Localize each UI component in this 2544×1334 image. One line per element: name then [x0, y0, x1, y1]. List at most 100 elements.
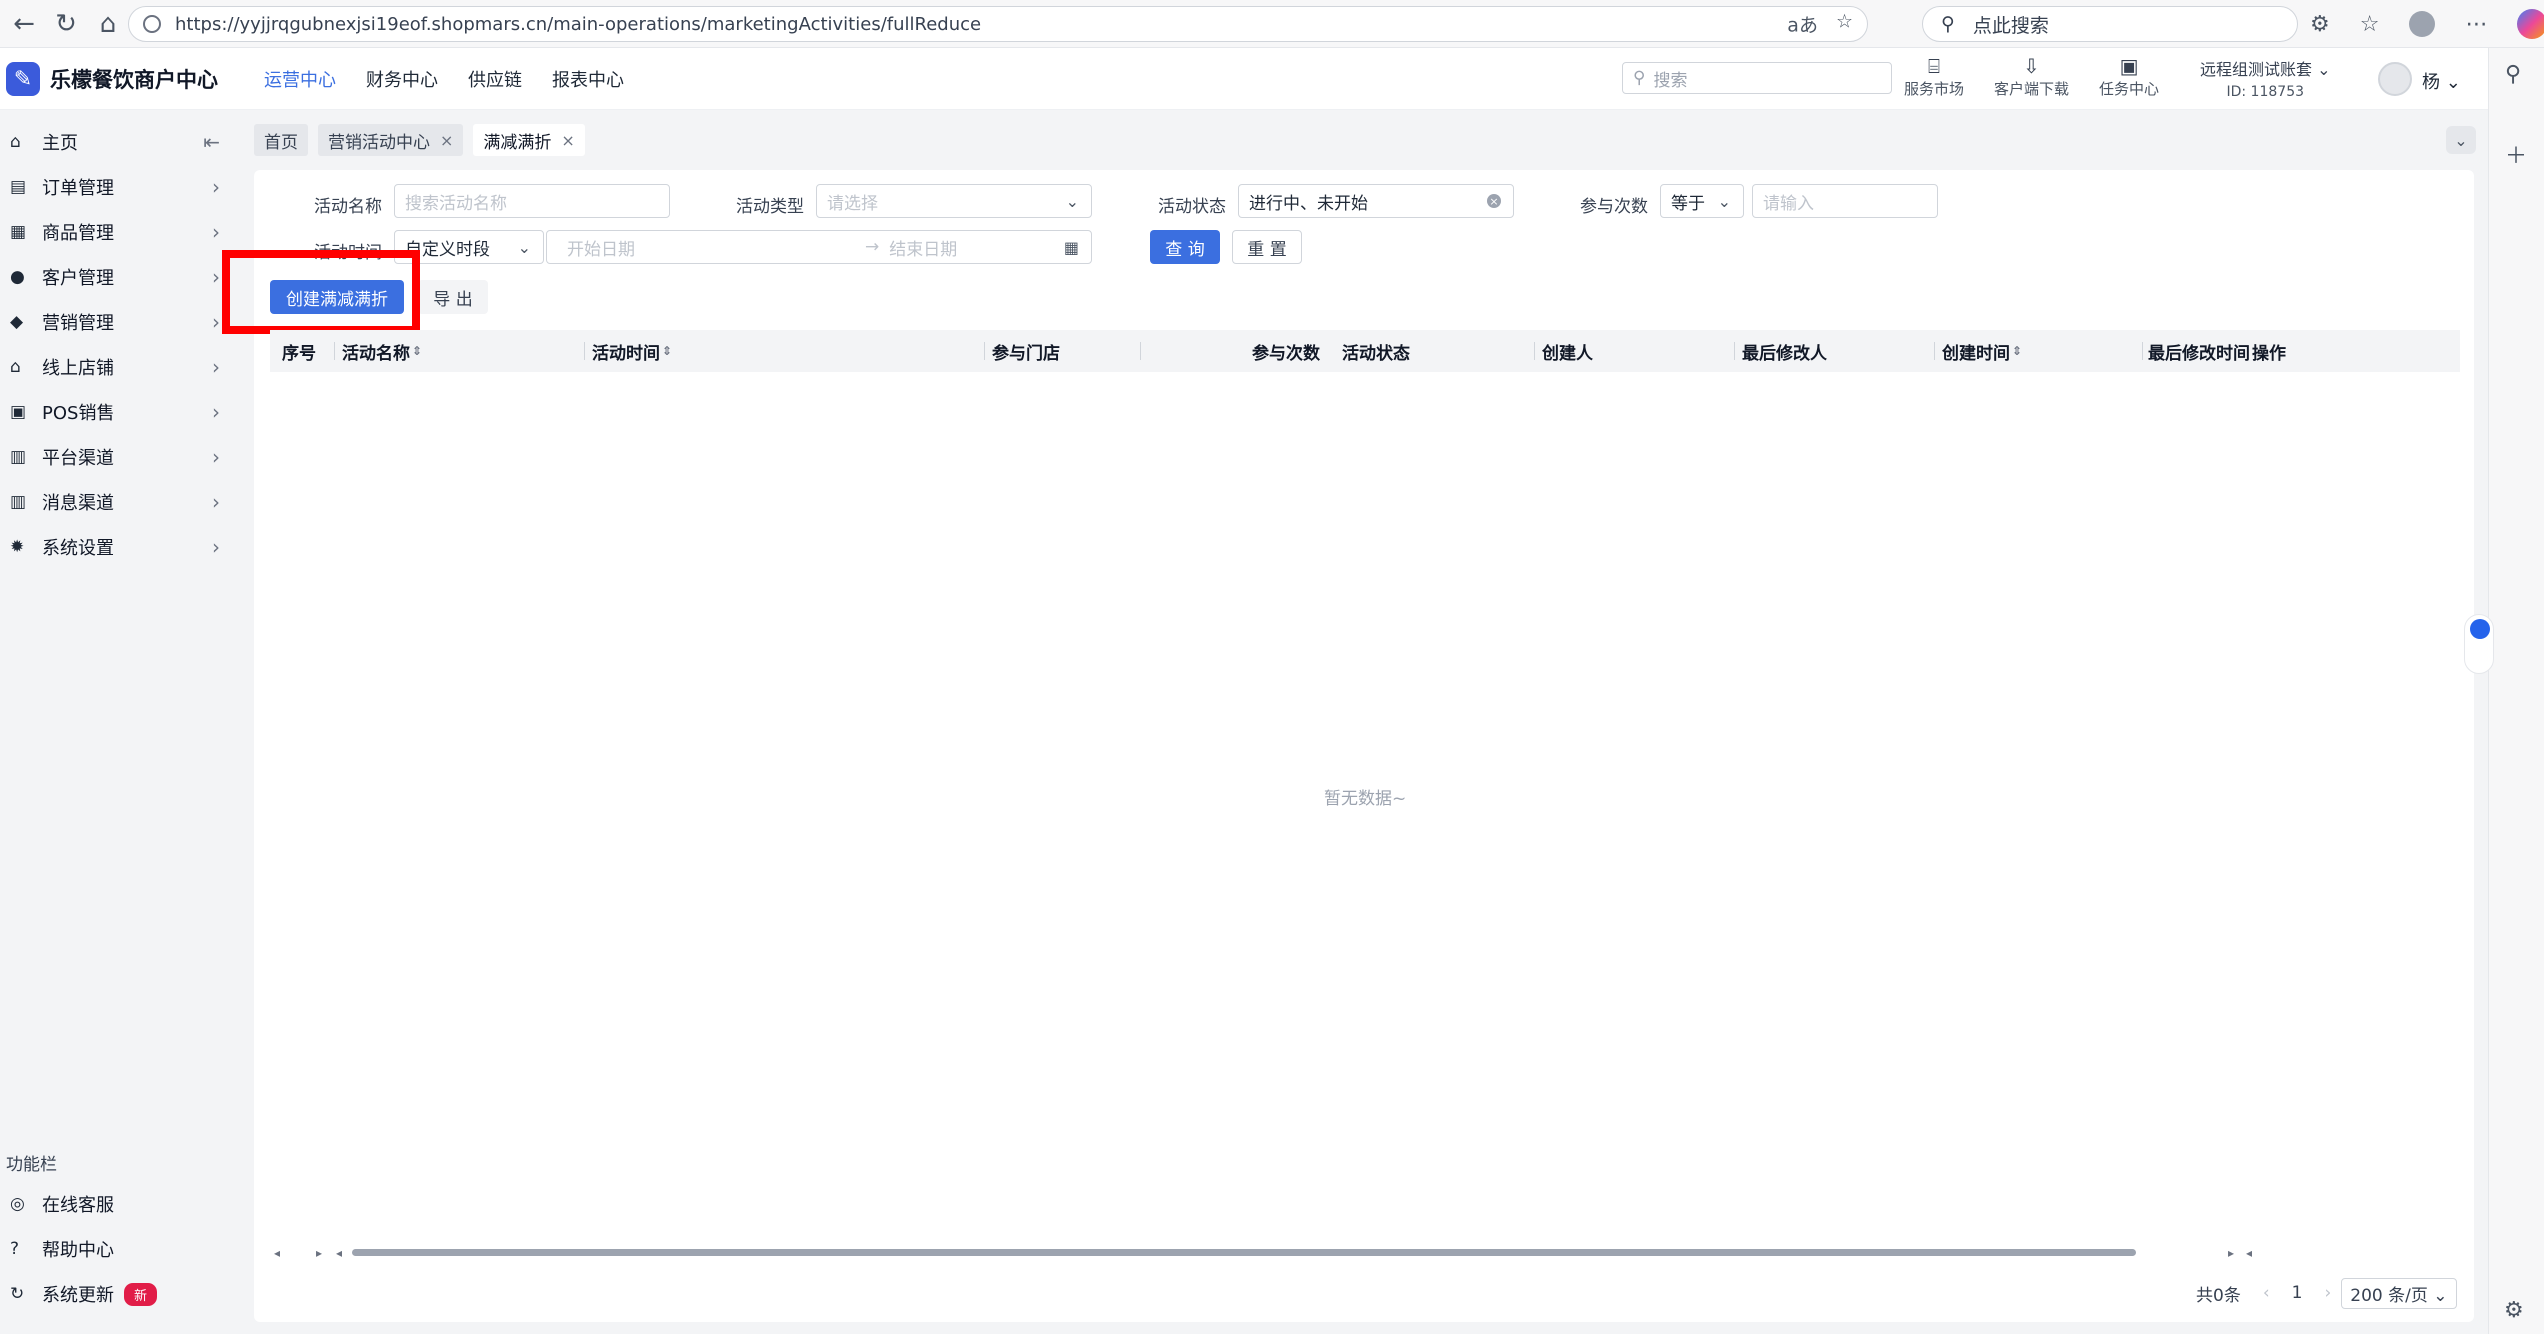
- chevron-down-icon: ⌄: [2433, 1285, 2448, 1306]
- home-icon[interactable]: ⌂: [90, 6, 126, 42]
- more-icon[interactable]: ⋯: [2465, 12, 2487, 37]
- col-activity-time[interactable]: 活动时间 ⇕: [584, 330, 672, 372]
- sort-icon[interactable]: ⇕: [2012, 344, 2022, 358]
- next-page-icon[interactable]: ›: [2324, 1283, 2331, 1303]
- activity-name-input[interactable]: 搜索活动名称: [394, 184, 670, 218]
- activity-type-label: 活动类型: [736, 197, 804, 217]
- read-aloud-icon[interactable]: aあ: [1787, 11, 1818, 38]
- activity-status-select[interactable]: 进行中、未开始 ×: [1238, 184, 1514, 218]
- floating-assistant-button[interactable]: [2464, 614, 2494, 674]
- page-number[interactable]: 1: [2292, 1283, 2303, 1303]
- export-button[interactable]: 导 出: [418, 280, 488, 314]
- tab-marketing-center[interactable]: 营销活动中心 ×: [318, 124, 464, 156]
- user-menu[interactable]: 杨 ⌄: [2422, 68, 2461, 94]
- favorites-icon[interactable]: ☆: [2360, 12, 2380, 37]
- header-search-placeholder: 搜索: [1653, 70, 1688, 91]
- browser-search-placeholder: 点此搜索: [1972, 14, 2049, 37]
- address-bar[interactable]: https://yyjjrqgubnexjsi19eof.shopmars.cn…: [128, 6, 1868, 42]
- date-range-picker[interactable]: 开始日期 → 结束日期 ▦: [546, 230, 1092, 264]
- chevron-right-icon: ›: [212, 400, 220, 424]
- sidebar-item-customers[interactable]: ● 客户管理 ›: [0, 255, 230, 299]
- task-center-button[interactable]: ▣ 任务中心: [2099, 54, 2159, 99]
- nav-supply-chain[interactable]: 供应链: [468, 66, 522, 92]
- nav-reports[interactable]: 报表中心: [552, 66, 624, 92]
- sidebar-item-marketing[interactable]: ◆ 营销管理 ›: [0, 300, 230, 344]
- sidebar-item-message[interactable]: ▥ 消息渠道 ›: [0, 480, 230, 524]
- tabs-more-button[interactable]: ⌄: [2446, 126, 2476, 154]
- tab-home[interactable]: 首页: [254, 124, 308, 156]
- sidebar-item-label: 订单管理: [42, 178, 114, 199]
- browser-search-box[interactable]: ⚲ 点此搜索: [1922, 6, 2298, 42]
- sidebar-item-platform[interactable]: ▥ 平台渠道 ›: [0, 435, 230, 479]
- tab-label: 首页: [264, 132, 298, 153]
- reset-button[interactable]: 重 置: [1232, 230, 1302, 264]
- sidebar-item-settings[interactable]: ✹ 系统设置 ›: [0, 525, 230, 569]
- header-search-input[interactable]: ⚲ 搜索: [1622, 62, 1892, 94]
- scroll-right-icon[interactable]: ▸: [316, 1246, 322, 1260]
- back-icon[interactable]: ←: [6, 6, 42, 42]
- refresh-icon[interactable]: ↻: [48, 6, 84, 42]
- join-count-label: 参与次数: [1580, 197, 1648, 217]
- clear-icon[interactable]: ×: [1487, 194, 1501, 208]
- site-info-icon[interactable]: [143, 15, 161, 33]
- nav-operations[interactable]: 运营中心: [264, 66, 336, 92]
- sidebar-item-home[interactable]: ⌂ 主页 ⇤: [0, 120, 230, 164]
- account-switcher[interactable]: 远程组测试账套 ⌄ ID: 118753: [2200, 56, 2331, 100]
- service-market-button[interactable]: ⌸ 服务市场: [1904, 54, 1964, 99]
- sidebar-add-icon[interactable]: ＋: [2505, 138, 2527, 170]
- browser-settings-icon[interactable]: ⚙: [2504, 1298, 2524, 1323]
- extensions-icon[interactable]: ⚙: [2310, 12, 2330, 37]
- account-name: 远程组测试账套: [2200, 60, 2313, 79]
- sidebar-item-help[interactable]: ? 帮助中心: [0, 1227, 230, 1271]
- close-icon[interactable]: ×: [561, 131, 574, 150]
- col-last-modified-time: 最后修改时间: [2142, 330, 2250, 372]
- col-last-modifier: 最后修改人: [1734, 330, 1827, 372]
- sidebar-item-update[interactable]: ↻ 系统更新 新: [0, 1272, 230, 1316]
- scroll-left-icon[interactable]: ◂: [2246, 1246, 2252, 1260]
- scrollbar-thumb[interactable]: [352, 1249, 2136, 1256]
- copilot-icon[interactable]: [2517, 9, 2544, 39]
- activity-type-select[interactable]: 请选择 ⌄: [816, 184, 1092, 218]
- tab-full-reduce[interactable]: 满减满折 ×: [473, 124, 585, 156]
- tab-label: 营销活动中心: [328, 132, 430, 153]
- sort-icon[interactable]: ⇕: [412, 344, 422, 358]
- app-header: ✎ 乐檬餐饮商户中心 运营中心 财务中心 供应链 报表中心 ⚲ 搜索 ⌸ 服务市…: [0, 48, 2488, 110]
- sidebar-item-goods[interactable]: ▦ 商品管理 ›: [0, 210, 230, 254]
- sort-icon[interactable]: ⇕: [662, 344, 672, 358]
- scroll-left-icon[interactable]: ◂: [274, 1246, 280, 1260]
- pos-icon: ▣: [10, 402, 27, 422]
- join-count-operator: 等于: [1671, 193, 1705, 214]
- prev-page-icon[interactable]: ‹: [2263, 1283, 2270, 1303]
- account-id: ID: 118753: [2226, 84, 2305, 100]
- sidebar-item-orders[interactable]: ▤ 订单管理 ›: [0, 165, 230, 209]
- chevron-right-icon: ›: [212, 535, 220, 559]
- sidebar-item-label: 平台渠道: [42, 448, 114, 469]
- query-button[interactable]: 查 询: [1150, 230, 1220, 264]
- sidebar-item-online-store[interactable]: ⌂ 线上店铺 ›: [0, 345, 230, 389]
- close-icon[interactable]: ×: [440, 131, 453, 150]
- col-activity-name[interactable]: 活动名称 ⇕: [334, 330, 422, 372]
- sidebar-item-label: 在线客服: [42, 1195, 114, 1216]
- sidebar-item-pos[interactable]: ▣ POS销售 ›: [0, 390, 230, 434]
- scroll-left-icon[interactable]: ◂: [336, 1246, 342, 1260]
- sidebar-search-icon[interactable]: ⚲: [2505, 62, 2521, 87]
- url-text: https://yyjjrqgubnexjsi19eof.shopmars.cn…: [175, 13, 982, 35]
- app-logo[interactable]: ✎ 乐檬餐饮商户中心: [6, 62, 218, 96]
- table-horizontal-scrollbar[interactable]: ◂ ▸ ◂ ▸ ◂: [270, 1246, 2460, 1260]
- collapse-sidebar-icon[interactable]: ⇤: [203, 130, 220, 154]
- join-count-operator-select[interactable]: 等于 ⌄: [1660, 184, 1744, 218]
- calendar-icon: ▦: [1063, 237, 1079, 257]
- favorite-star-icon[interactable]: ☆: [1836, 11, 1853, 38]
- client-download-button[interactable]: ⇩ 客户端下载: [1994, 54, 2069, 99]
- scroll-right-icon[interactable]: ▸: [2228, 1246, 2234, 1260]
- join-count-input[interactable]: 请输入: [1752, 184, 1938, 218]
- sidebar-item-online-service[interactable]: ◎ 在线客服: [0, 1182, 230, 1226]
- profile-avatar-icon[interactable]: [2409, 11, 2436, 37]
- gear-icon: ✹: [10, 537, 25, 557]
- col-created-time[interactable]: 创建时间 ⇕: [1934, 330, 2022, 372]
- sidebar-item-label: 系统更新: [42, 1285, 114, 1306]
- page-size-select[interactable]: 200 条/页 ⌄: [2341, 1277, 2457, 1309]
- nav-finance[interactable]: 财务中心: [366, 66, 438, 92]
- user-avatar[interactable]: [2378, 62, 2412, 96]
- activity-status-value: 进行中、未开始: [1249, 193, 1368, 214]
